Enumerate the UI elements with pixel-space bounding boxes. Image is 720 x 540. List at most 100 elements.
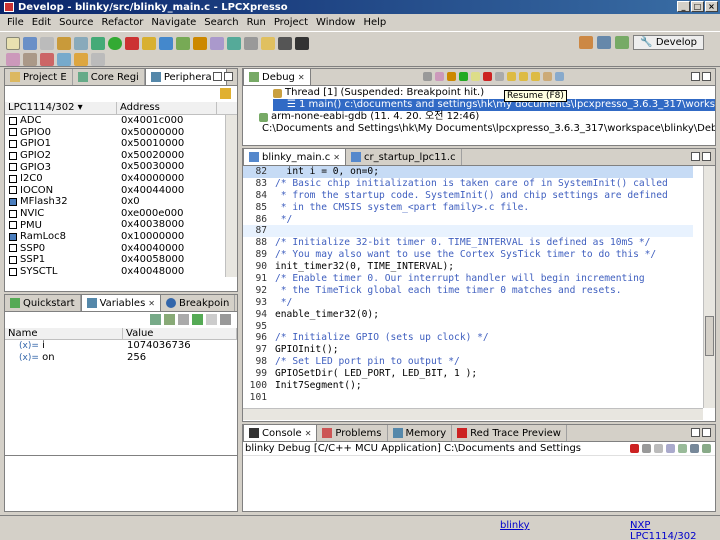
mark-icon[interactable] <box>40 52 54 66</box>
maximize-view-icon[interactable] <box>224 72 233 81</box>
menu-window[interactable]: Window <box>313 17 360 28</box>
terminal-icon[interactable] <box>295 36 309 50</box>
close-tab-icon[interactable]: ✕ <box>148 299 155 308</box>
list-item[interactable]: IOCON 0x40044000 <box>5 185 237 197</box>
terminate-icon[interactable] <box>483 72 492 81</box>
show-type-names-icon[interactable] <box>150 314 161 325</box>
next-annotation-icon[interactable] <box>6 52 20 66</box>
remove-global-icon[interactable] <box>206 314 217 325</box>
step-over-icon[interactable] <box>519 72 528 81</box>
suspend-icon[interactable] <box>471 72 480 81</box>
window-icon[interactable] <box>597 36 612 49</box>
list-item[interactable]: SYSCTL 0x40048000 <box>5 266 237 277</box>
refresh-icon[interactable] <box>227 36 241 50</box>
list-item[interactable]: ☰ 1 main() c:\documents and settings\hk\m… <box>273 99 715 111</box>
list-item[interactable]: GPIO0 0x50000000 <box>5 127 237 139</box>
develop-perspective-button[interactable]: 🔧 Develop <box>633 35 704 50</box>
pin-icon[interactable] <box>159 36 173 50</box>
tab-debug[interactable]: Debug ✕ <box>243 69 311 85</box>
table-row[interactable]: (x)= on 256 <box>5 352 237 364</box>
tab-variables[interactable]: Variables ✕ <box>80 295 161 311</box>
clean-icon[interactable] <box>74 36 88 50</box>
drop-frame-icon[interactable] <box>543 72 552 81</box>
scroll-lock-icon[interactable] <box>666 444 675 453</box>
maximize-button[interactable]: □ <box>691 1 704 12</box>
menu-file[interactable]: File <box>4 17 29 28</box>
search-icon[interactable] <box>210 36 224 50</box>
wand-icon[interactable] <box>142 36 156 50</box>
code-editor[interactable]: 82 int i = 0, on=0; 83/* Basic chip init… <box>243 166 693 404</box>
minimize-view-icon[interactable] <box>691 428 700 437</box>
tab-red-trace[interactable]: Red Trace Preview <box>452 425 567 441</box>
checkbox[interactable] <box>9 186 17 195</box>
checkbox[interactable] <box>9 232 17 241</box>
checkbox[interactable] <box>9 151 17 160</box>
table-row[interactable]: (x)= i 1074036736 <box>5 340 237 352</box>
remove-launch-icon[interactable] <box>642 444 651 453</box>
menu-project[interactable]: Project <box>271 17 313 28</box>
scroll-thumb[interactable] <box>705 316 714 356</box>
remove-terminated-icon[interactable] <box>423 72 432 81</box>
prev-annotation-icon[interactable] <box>23 52 37 66</box>
list-item[interactable]: C:\Documents and Settings\hk\My Document… <box>259 123 715 135</box>
checkbox[interactable] <box>9 174 17 183</box>
tab-breakpoints[interactable]: Breakpoin <box>161 295 236 311</box>
tab-quickstart[interactable]: Quickstart <box>5 295 81 311</box>
tab-cr-startup[interactable]: cr_startup_lpc11.c <box>346 149 462 165</box>
list-item[interactable]: GPIO2 0x50020000 <box>5 150 237 162</box>
resume-icon[interactable] <box>459 72 468 81</box>
close-tab-icon[interactable]: ✕ <box>333 153 340 162</box>
tab-memory[interactable]: Memory <box>388 425 453 441</box>
show-logical-icon[interactable] <box>164 314 175 325</box>
list-item[interactable]: SSP1 0x40058000 <box>5 254 237 266</box>
peripherals-scrollbar[interactable] <box>225 115 237 277</box>
editor-h-scrollbar[interactable] <box>243 408 703 420</box>
open-type-icon[interactable] <box>193 36 207 50</box>
print-icon[interactable] <box>40 36 54 50</box>
list-item[interactable]: GPIO1 0x50010000 <box>5 138 237 150</box>
tab-console[interactable]: Console ✕ <box>243 425 318 441</box>
add-global-icon[interactable] <box>192 314 203 325</box>
debug-config-icon[interactable] <box>91 36 105 50</box>
build-icon[interactable] <box>57 36 71 50</box>
step-return-icon[interactable] <box>531 72 540 81</box>
checkbox[interactable] <box>9 139 17 148</box>
list-item[interactable]: RamLoc8 0x10000000 <box>5 231 237 243</box>
restart-icon[interactable] <box>447 72 456 81</box>
checkbox[interactable] <box>9 209 17 218</box>
close-tab-icon[interactable]: ✕ <box>298 73 305 82</box>
list-item[interactable]: GPIO3 0x50030000 <box>5 161 237 173</box>
class-icon[interactable] <box>176 36 190 50</box>
open-folder-icon[interactable] <box>261 36 275 50</box>
tab-core-registers[interactable]: Core Regi <box>73 69 145 85</box>
minimize-button[interactable]: _ <box>677 1 690 12</box>
checkbox[interactable] <box>9 128 17 137</box>
view-menu-icon[interactable] <box>220 314 231 325</box>
checkbox[interactable] <box>9 163 17 172</box>
minimize-view-icon[interactable] <box>691 152 700 161</box>
editor-scrollbar[interactable] <box>703 166 715 408</box>
tab-problems[interactable]: Problems <box>317 425 388 441</box>
tools-icon[interactable] <box>244 36 258 50</box>
close-button[interactable]: × <box>705 1 718 12</box>
clear-console-icon[interactable] <box>654 444 663 453</box>
checkbox[interactable] <box>9 221 17 230</box>
chip-icon[interactable] <box>278 36 292 50</box>
display-console-icon[interactable] <box>690 444 699 453</box>
back-icon[interactable] <box>74 52 88 66</box>
list-item[interactable]: MFlash32 0x0 <box>5 196 237 208</box>
maximize-view-icon[interactable] <box>702 152 711 161</box>
status-target-link[interactable]: NXP LPC1114/302 <box>630 520 720 540</box>
pin-console-icon[interactable] <box>678 444 687 453</box>
list-item[interactable]: I2C0 0x40000000 <box>5 173 237 185</box>
checkbox[interactable] <box>9 116 17 125</box>
checkbox[interactable] <box>9 244 17 253</box>
menu-refactor[interactable]: Refactor <box>98 17 148 28</box>
disconnect-icon[interactable] <box>495 72 504 81</box>
refresh-peripherals-icon[interactable] <box>220 88 231 99</box>
flash-icon[interactable] <box>125 36 139 50</box>
step-into-icon[interactable] <box>507 72 516 81</box>
maximize-view-icon[interactable] <box>702 428 711 437</box>
menu-help[interactable]: Help <box>360 17 391 28</box>
status-project-link[interactable]: blinky <box>500 520 530 531</box>
